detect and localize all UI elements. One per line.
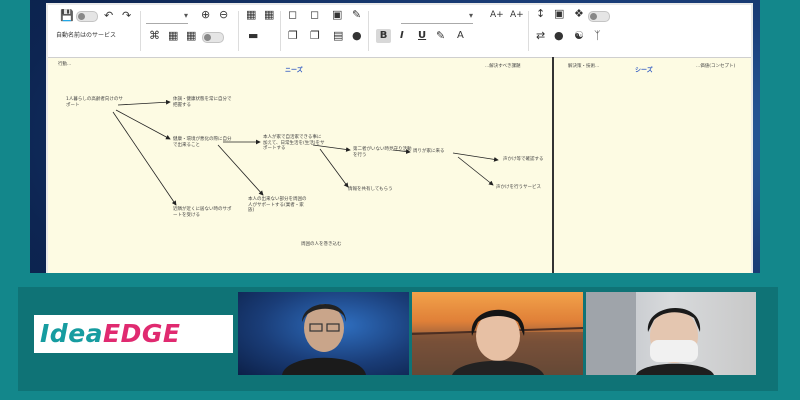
italic-button[interactable]: I [400,30,404,42]
swap-icon[interactable]: ⇄ [536,30,545,42]
expand-icon[interactable]: ▣ [554,8,564,20]
font-dropdown[interactable] [146,11,188,24]
logo-edge-part: EDGE [103,319,181,348]
toggle-switch-3[interactable] [202,32,224,43]
underline-button[interactable]: U [418,30,426,42]
connection-arrows [112,99,499,206]
shrink-font-button[interactable]: A+ [510,9,524,21]
network-icon[interactable]: ☯ [574,30,584,42]
logo-idea-part: Idea [40,319,104,348]
redo-icon[interactable]: ↷ [122,10,131,22]
paste-icon[interactable]: ❐ [310,30,320,42]
participant-3-avatar [586,292,714,375]
ideaedge-logo: IdeaEDGE [34,315,233,353]
layout-icon[interactable]: ▦ [264,9,274,21]
grid-icon[interactable]: ▦ [246,9,256,21]
table-icon[interactable]: ▦ [168,30,178,42]
branch-icon[interactable]: ❖ [574,8,584,20]
toolbar: 💾 ↶ ↷ ⊕ ⊖ ▦ ▦ ◻ ◻ ▣ ✎ A+ A+ ↕ ▣ ❖ 自動名前はの… [48,5,751,58]
vertical-arrows-icon[interactable]: ↕ [536,8,545,20]
align-icon[interactable]: ▤ [333,30,343,42]
chat-icon[interactable]: ● [554,30,564,42]
ideaedge-app-window: 💾 ↶ ↷ ⊕ ⊖ ▦ ▦ ◻ ◻ ▣ ✎ A+ A+ ↕ ▣ ❖ 自動名前はの… [48,5,751,283]
participant-2-avatar [412,309,583,375]
participant-video-1 [238,292,409,375]
add-card-alt-icon[interactable]: ◻ [310,9,319,21]
participant-video-2 [412,292,583,375]
grow-font-button[interactable]: A+ [490,9,504,21]
card-list-icon[interactable]: ▬ [248,30,258,42]
zoom-out-icon[interactable]: ⊖ [219,9,228,21]
participant-video-3 [586,292,756,375]
edit-icon[interactable]: ✎ [352,9,361,21]
zoom-in-icon[interactable]: ⊕ [201,9,210,21]
link-icon[interactable]: ⌘ [149,30,160,42]
copy-icon[interactable]: ❐ [288,30,298,42]
undo-icon[interactable]: ↶ [104,10,113,22]
add-card-icon[interactable]: ◻ [288,9,297,21]
comment-icon[interactable]: ● [352,30,362,42]
toggle-switch-2[interactable] [588,11,610,22]
tree-icon[interactable]: ᛉ [594,30,601,42]
bold-button[interactable]: B [376,29,391,43]
toggle-switch[interactable] [76,11,98,22]
font-size-dropdown[interactable] [401,11,473,24]
column-divider [552,57,554,283]
font-color-button[interactable]: A [457,30,464,42]
highlight-icon[interactable]: ✎ [436,30,445,42]
auto-naming-label: 自動名前はのサービス [56,32,117,39]
image-icon[interactable]: ▣ [332,9,342,21]
logo-text: IdeaEDGE [40,319,180,348]
grid-small-icon[interactable]: ▦ [186,30,196,42]
save-icon[interactable]: 💾 [60,10,74,22]
participant-1-avatar [282,303,366,375]
